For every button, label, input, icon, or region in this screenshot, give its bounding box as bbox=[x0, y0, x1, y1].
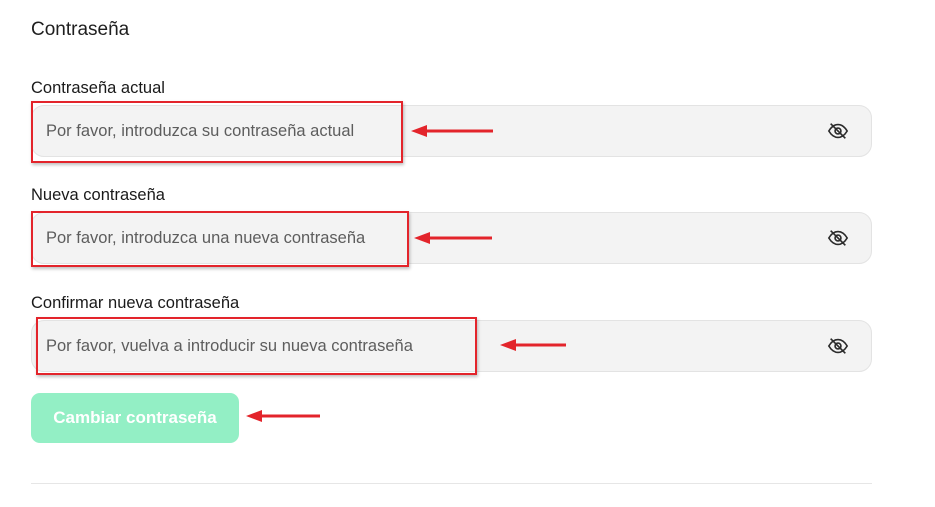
annotation-arrow-icon bbox=[246, 410, 320, 422]
eye-off-icon[interactable] bbox=[827, 120, 849, 142]
current-password-label: Contraseña actual bbox=[31, 79, 165, 97]
annotation-arrow-icon bbox=[411, 125, 493, 137]
annotation-highlight-box bbox=[36, 317, 477, 375]
eye-off-icon[interactable] bbox=[827, 335, 849, 357]
divider bbox=[31, 483, 872, 484]
section-title: Contraseña bbox=[31, 19, 130, 40]
new-password-label: Nueva contraseña bbox=[31, 186, 165, 204]
annotation-highlight-box bbox=[31, 211, 409, 267]
eye-off-icon[interactable] bbox=[827, 227, 849, 249]
annotation-arrow-icon bbox=[414, 232, 492, 244]
confirm-password-label: Confirmar nueva contraseña bbox=[31, 294, 240, 312]
annotation-highlight-box bbox=[31, 101, 403, 163]
annotation-arrow-icon bbox=[500, 339, 566, 351]
change-password-button[interactable]: Cambiar contraseña bbox=[31, 393, 239, 443]
